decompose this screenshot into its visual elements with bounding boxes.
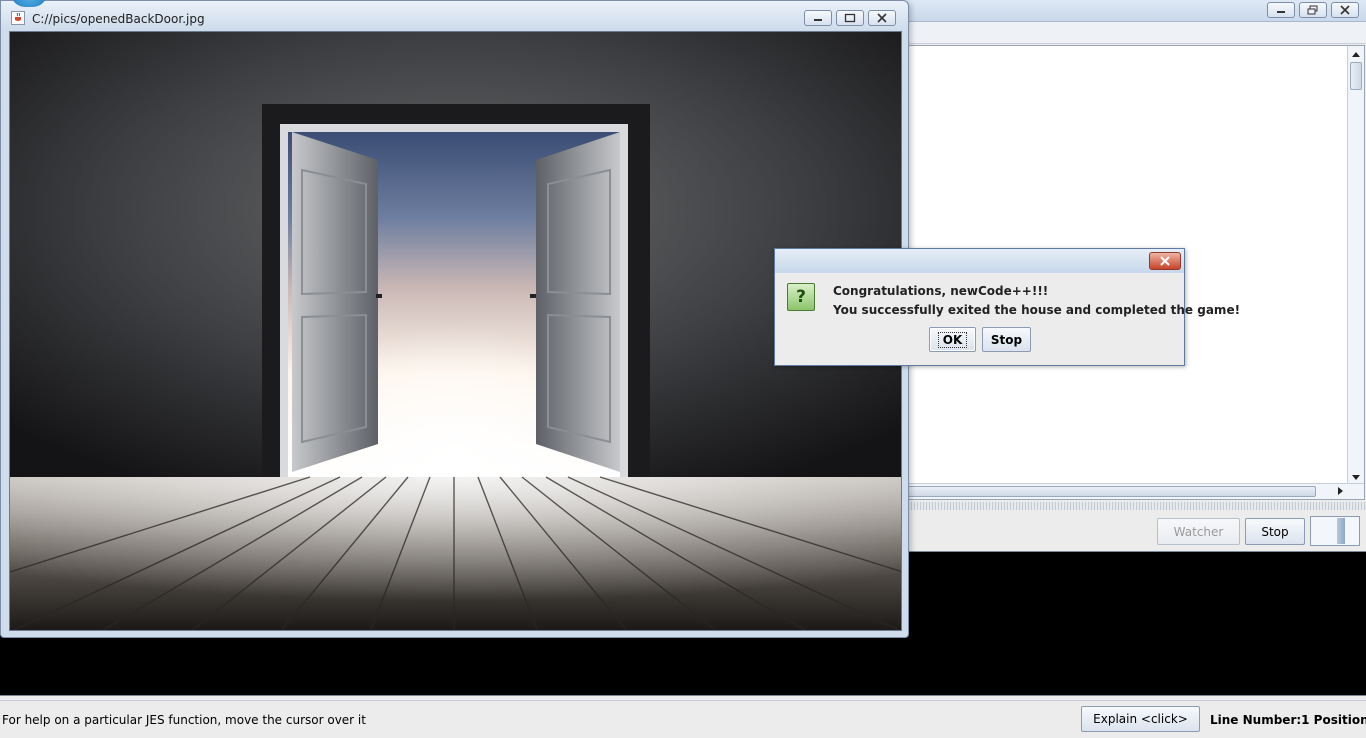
minimize-button[interactable] bbox=[1267, 2, 1295, 18]
question-icon: ? bbox=[787, 283, 815, 311]
dialog-message-body: You successfully exited the house and co… bbox=[833, 303, 1241, 317]
opened-back-door-image bbox=[9, 31, 902, 631]
pane-splitter[interactable] bbox=[905, 502, 1366, 510]
close-button[interactable] bbox=[1331, 2, 1359, 18]
picture-window-controls bbox=[804, 10, 896, 26]
explain-button[interactable]: Explain <click> bbox=[1081, 706, 1200, 732]
picture-minimize-button[interactable] bbox=[804, 10, 832, 26]
minimize-icon bbox=[1277, 11, 1285, 13]
restore-button[interactable] bbox=[1299, 2, 1327, 18]
status-bar: For help on a particular JES function, m… bbox=[0, 700, 1366, 738]
editor-horizontal-scrollbar[interactable] bbox=[906, 483, 1364, 499]
restore-icon bbox=[1307, 5, 1318, 15]
jes-window-controls bbox=[1267, 2, 1359, 18]
speed-slider-thumb[interactable] bbox=[1337, 518, 1345, 544]
scroll-up-arrow-icon[interactable] bbox=[1350, 48, 1362, 60]
java-cup-icon bbox=[11, 11, 25, 25]
dialog-stop-button[interactable]: Stop bbox=[982, 327, 1031, 352]
maximize-icon bbox=[844, 13, 856, 23]
close-icon bbox=[1160, 256, 1170, 266]
speed-slider[interactable] bbox=[1310, 516, 1360, 546]
picture-window: C://pics/openedBackDoor.jpg bbox=[0, 0, 909, 638]
close-icon bbox=[877, 13, 887, 23]
picture-maximize-button[interactable] bbox=[836, 10, 864, 26]
dialog-message-title: Congratulations, newCode++!!! bbox=[833, 284, 1049, 298]
picture-close-button[interactable] bbox=[868, 10, 896, 26]
dialog-title-bar[interactable] bbox=[775, 249, 1184, 273]
doorway-illustration bbox=[10, 32, 901, 630]
ok-button[interactable]: OK bbox=[929, 327, 976, 352]
minimize-icon bbox=[814, 19, 822, 21]
editor-vscroll-thumb[interactable] bbox=[1350, 62, 1362, 90]
ok-button-label: OK bbox=[937, 331, 968, 348]
window-orb-icon bbox=[11, 0, 47, 7]
close-icon bbox=[1340, 5, 1350, 15]
scroll-right-arrow-icon[interactable] bbox=[1334, 485, 1346, 497]
picture-title-bar[interactable]: C://pics/openedBackDoor.jpg bbox=[1, 0, 908, 31]
dialog-close-button[interactable] bbox=[1149, 252, 1181, 270]
game-complete-dialog: ? Congratulations, newCode++!!! You succ… bbox=[774, 248, 1240, 366]
picture-window-title: C://pics/openedBackDoor.jpg bbox=[32, 12, 205, 26]
stop-button[interactable]: Stop bbox=[1245, 518, 1305, 545]
watcher-button[interactable]: Watcher bbox=[1157, 518, 1240, 545]
scroll-down-arrow-icon[interactable] bbox=[1350, 471, 1362, 483]
cursor-position-text: Line Number:1 Position: 1 bbox=[1210, 713, 1366, 727]
status-help-text: For help on a particular JES function, m… bbox=[2, 713, 366, 727]
editor-hscroll-thumb[interactable] bbox=[908, 486, 1316, 497]
editor-vertical-scrollbar[interactable] bbox=[1347, 46, 1364, 486]
